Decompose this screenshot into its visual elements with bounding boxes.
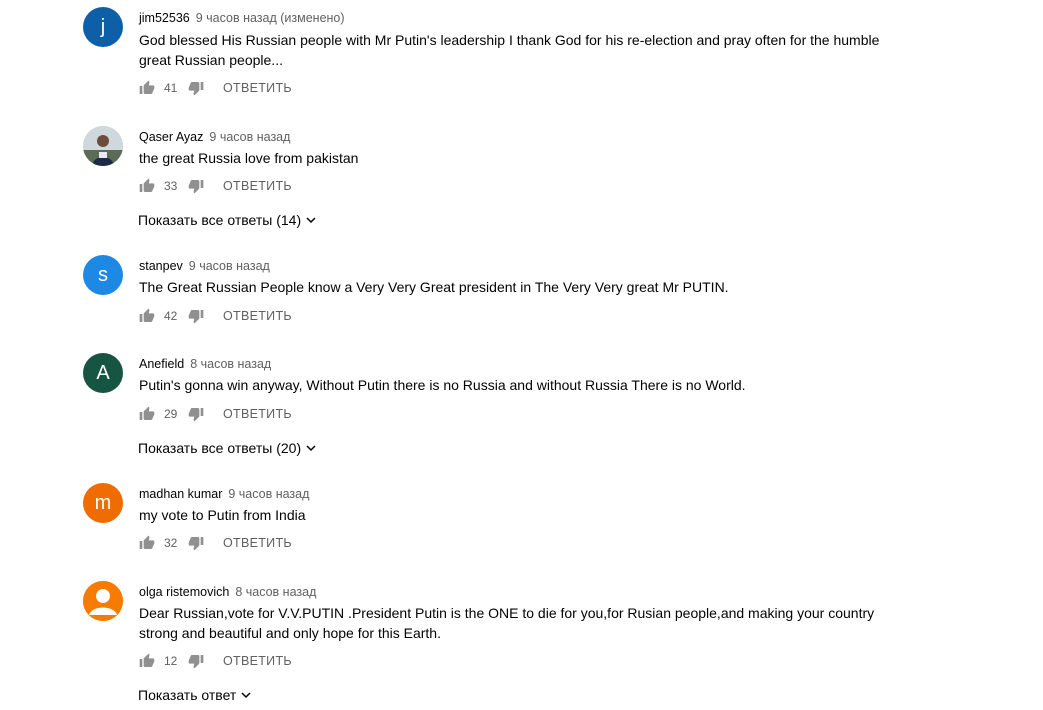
comment-time[interactable]: 9 часов назад (изменено) bbox=[196, 11, 345, 25]
thumbs-up-icon[interactable] bbox=[139, 308, 155, 324]
like-count: 41 bbox=[164, 80, 178, 95]
like-count: 42 bbox=[164, 308, 178, 323]
comment-header: Qaser Ayaz 9 часов назад bbox=[139, 128, 290, 144]
comment-time[interactable]: 9 часов назад bbox=[189, 259, 270, 273]
thumbs-down-icon[interactable] bbox=[188, 178, 204, 194]
comment-header: madhan kumar 9 часов назад bbox=[139, 485, 309, 501]
comments-section: j jim52536 9 часов назад (изменено) God b… bbox=[0, 0, 1043, 710]
reply-button[interactable]: ОТВЕТИТЬ bbox=[223, 407, 292, 421]
chevron-down-icon bbox=[301, 214, 317, 226]
comment-text: the great Russia love from pakistan bbox=[139, 150, 359, 166]
author-name[interactable]: Anefield bbox=[139, 357, 184, 371]
author-name[interactable]: stanpev bbox=[139, 259, 183, 273]
comment-header: olga ristemovich 8 часов назад bbox=[139, 583, 316, 599]
chevron-down-icon bbox=[236, 689, 252, 701]
reply-button[interactable]: ОТВЕТИТЬ bbox=[223, 536, 292, 550]
comment-actions: 33 ОТВЕТИТЬ bbox=[139, 177, 292, 197]
reply-button[interactable]: ОТВЕТИТЬ bbox=[223, 309, 292, 323]
comment-actions: 41 ОТВЕТИТЬ bbox=[139, 79, 292, 99]
thumbs-down-icon[interactable] bbox=[188, 308, 204, 324]
like-count: 32 bbox=[164, 535, 178, 550]
comment-header: Anefield 8 часов назад bbox=[139, 355, 271, 371]
like-count: 12 bbox=[164, 653, 178, 668]
thumbs-down-icon[interactable] bbox=[188, 653, 204, 669]
thumbs-down-icon[interactable] bbox=[188, 80, 204, 96]
thumbs-up-icon[interactable] bbox=[139, 406, 155, 422]
show-replies-button[interactable]: Показать все ответы (14) bbox=[138, 211, 317, 231]
thumbs-up-icon[interactable] bbox=[139, 653, 155, 669]
thumbs-up-icon[interactable] bbox=[139, 80, 155, 96]
show-replies-button[interactable]: Показать все ответы (20) bbox=[138, 439, 317, 459]
comment-header: stanpev 9 часов назад bbox=[139, 257, 270, 273]
show-replies-label: Показать все ответы (20) bbox=[138, 440, 302, 457]
user-photo-icon bbox=[83, 126, 123, 166]
default-user-icon bbox=[83, 581, 123, 621]
comment-header: jim52536 9 часов назад (изменено) bbox=[139, 9, 345, 25]
comment-actions: 29 ОТВЕТИТЬ bbox=[139, 405, 292, 425]
author-name[interactable]: jim52536 bbox=[139, 11, 190, 25]
author-name[interactable]: olga ristemovich bbox=[139, 585, 229, 599]
avatar[interactable]: A bbox=[83, 353, 123, 393]
thumbs-down-icon[interactable] bbox=[188, 535, 204, 551]
comment-actions: 12 ОТВЕТИТЬ bbox=[139, 652, 292, 672]
reply-button[interactable]: ОТВЕТИТЬ bbox=[223, 654, 292, 668]
comment-text: my vote to Putin from India bbox=[139, 507, 306, 523]
reply-button[interactable]: ОТВЕТИТЬ bbox=[223, 81, 292, 95]
comment-time[interactable]: 9 часов назад bbox=[228, 487, 309, 501]
show-replies-button[interactable]: Показать ответ bbox=[138, 686, 252, 706]
author-name[interactable]: Qaser Ayaz bbox=[139, 130, 203, 144]
comment-text: Dear Russian,vote for V.V.PUTIN .Preside… bbox=[139, 605, 875, 641]
show-replies-label: Показать все ответы (14) bbox=[138, 212, 302, 229]
comment-actions: 42 ОТВЕТИТЬ bbox=[139, 307, 292, 327]
avatar[interactable]: s bbox=[83, 255, 123, 295]
avatar[interactable]: j bbox=[83, 7, 123, 47]
reply-button[interactable]: ОТВЕТИТЬ bbox=[223, 179, 292, 193]
comment-time[interactable]: 8 часов назад bbox=[190, 357, 271, 371]
show-replies-label: Показать ответ bbox=[138, 687, 237, 704]
comment-text: Putin's gonna win anyway, Without Putin … bbox=[139, 377, 746, 393]
avatar[interactable] bbox=[83, 581, 123, 621]
comment-time[interactable]: 9 часов назад bbox=[209, 130, 290, 144]
avatar[interactable] bbox=[83, 126, 123, 166]
thumbs-down-icon[interactable] bbox=[188, 406, 204, 422]
chevron-down-icon bbox=[301, 442, 317, 454]
comment-actions: 32 ОТВЕТИТЬ bbox=[139, 534, 292, 554]
like-count: 33 bbox=[164, 178, 178, 193]
comment-text: The Great Russian People know a Very Ver… bbox=[139, 279, 729, 295]
avatar[interactable]: m bbox=[83, 483, 123, 523]
comment-time[interactable]: 8 часов назад bbox=[235, 585, 316, 599]
thumbs-up-icon[interactable] bbox=[139, 178, 155, 194]
author-name[interactable]: madhan kumar bbox=[139, 487, 222, 501]
thumbs-up-icon[interactable] bbox=[139, 535, 155, 551]
like-count: 29 bbox=[164, 406, 178, 421]
comment-text: God blessed His Russian people with Mr P… bbox=[139, 32, 880, 68]
